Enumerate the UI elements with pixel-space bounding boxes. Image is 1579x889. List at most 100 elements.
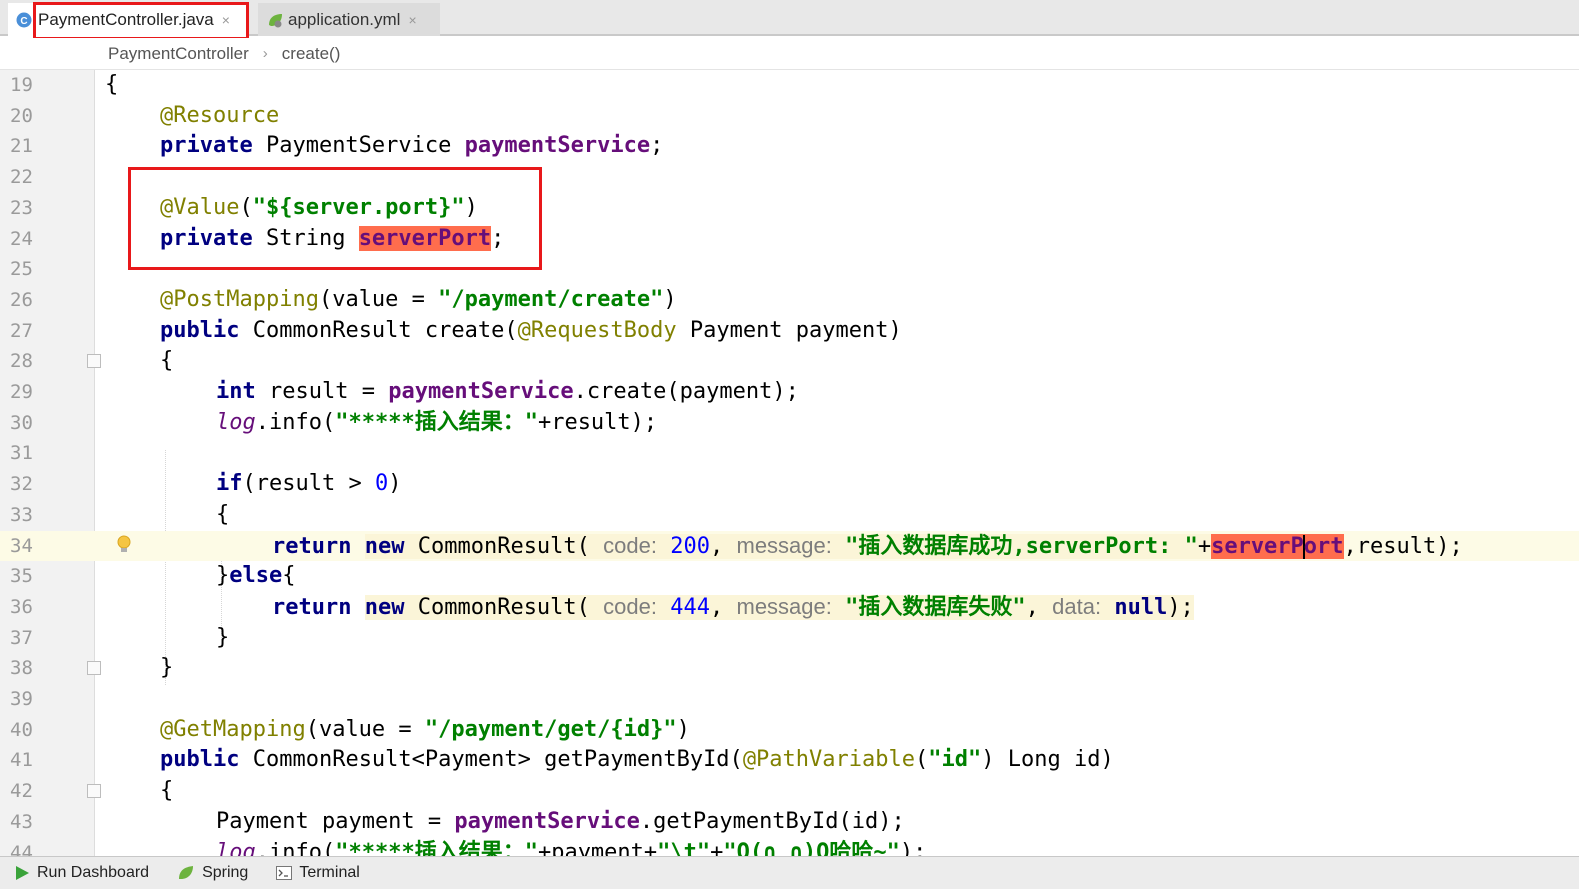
code-text[interactable]: Payment payment = paymentService.getPaym…	[216, 807, 905, 838]
code-line: 19 {	[0, 70, 1579, 101]
line-number: 29	[10, 381, 33, 403]
terminal-button[interactable]: Terminal	[276, 864, 360, 882]
highlighted-identifier: serverPort	[358, 225, 492, 251]
code-line: 44 log.info("*****插入结果："+payment+"\t"+"O…	[0, 838, 1579, 857]
spring-leaf-icon	[177, 865, 195, 881]
code-text[interactable]: public CommonResult<Payment> getPaymentB…	[160, 745, 1114, 776]
code-text[interactable]: {	[160, 776, 173, 807]
code-text[interactable]: }	[216, 623, 229, 654]
breadcrumb-method[interactable]: create()	[282, 44, 341, 64]
line-number: 36	[10, 595, 33, 618]
code-line: 27 public CommonResult create(@RequestBo…	[0, 316, 1579, 347]
breadcrumb-class[interactable]: PaymentController	[108, 44, 249, 64]
close-icon[interactable]: ×	[408, 12, 416, 28]
line-number: 26	[10, 288, 33, 311]
code-line: 43 Payment payment = paymentService.getP…	[0, 807, 1579, 838]
code-text[interactable]: return new CommonResult( code: 200, mess…	[272, 531, 1463, 562]
code-text[interactable]: private String serverPort;	[160, 224, 504, 255]
fold-marker-icon[interactable]	[87, 661, 101, 676]
editor-tab-bar: C PaymentController.java × application.y…	[0, 0, 1579, 36]
code-line: 36 return new CommonResult( code: 444, m…	[0, 592, 1579, 623]
code-text[interactable]: @GetMapping(value = "/payment/get/{id}")	[160, 715, 690, 746]
code-text[interactable]: @PostMapping(value = "/payment/create")	[160, 285, 677, 316]
close-icon[interactable]: ×	[222, 12, 230, 28]
code-text[interactable]: @Resource	[160, 101, 279, 132]
code-editor[interactable]: 19 { 20 @Resource 21 private PaymentServ…	[0, 70, 1579, 856]
line-number: 39	[10, 688, 33, 710]
line-number: 37	[10, 626, 33, 649]
code-line: 21 private PaymentService paymentService…	[0, 131, 1579, 162]
code-line: 42 {	[0, 776, 1579, 807]
run-icon	[14, 865, 30, 881]
spring-label: Spring	[202, 864, 249, 881]
code-text[interactable]: if(result > 0)	[216, 469, 401, 500]
code-line: 41 public CommonResult<Payment> getPayme…	[0, 745, 1579, 776]
code-text[interactable]: {	[216, 500, 229, 531]
line-number: 38	[10, 657, 33, 680]
param-hint: code:	[603, 532, 657, 558]
code-line: 32 if(result > 0)	[0, 469, 1579, 500]
code-line: 24 private String serverPort;	[0, 224, 1579, 255]
code-text[interactable]: }	[160, 653, 173, 684]
fold-marker-icon[interactable]	[87, 354, 101, 369]
code-line-current: 34 return new CommonResult( code: 200, m…	[0, 530, 1579, 562]
code-line: 33 {	[0, 500, 1579, 531]
code-line: 37 }	[0, 623, 1579, 654]
terminal-icon	[276, 866, 293, 880]
code-text[interactable]: log.info("*****插入结果："+result);	[216, 408, 657, 439]
code-text[interactable]: private PaymentService paymentService;	[160, 131, 663, 162]
code-line: 25	[0, 254, 1579, 285]
line-number: 35	[10, 565, 33, 588]
run-dashboard-label: Run Dashboard	[37, 864, 150, 881]
fold-marker-icon[interactable]	[87, 784, 101, 799]
line-number: 42	[10, 780, 33, 803]
param-hint: data:	[1052, 593, 1102, 619]
code-line: 31	[0, 438, 1579, 469]
code-line: 30 log.info("*****插入结果："+result);	[0, 408, 1579, 439]
tab-label: PaymentController.java	[38, 9, 214, 29]
line-number: 20	[10, 104, 33, 127]
line-number: 40	[10, 718, 33, 741]
line-number: 25	[10, 258, 33, 281]
code-line: 29 int result = paymentService.create(pa…	[0, 377, 1579, 408]
code-text[interactable]: return new CommonResult( code: 444, mess…	[272, 592, 1194, 623]
code-text[interactable]: int result = paymentService.create(payme…	[216, 377, 799, 408]
code-line: 28 {	[0, 346, 1579, 377]
code-text[interactable]: @Value("${server.port}")	[160, 193, 478, 224]
line-number: 43	[10, 810, 33, 833]
line-number: 21	[10, 135, 33, 158]
spring-button[interactable]: Spring	[177, 864, 248, 882]
highlighted-identifier: serverPort	[1211, 533, 1344, 559]
line-number: 34	[10, 534, 33, 557]
line-number: 23	[10, 196, 33, 219]
line-number: 19	[10, 74, 33, 96]
tab-label: application.yml	[288, 9, 401, 29]
tab-application-yml[interactable]: application.yml ×	[258, 3, 440, 36]
code-text[interactable]: public CommonResult create(@RequestBody …	[160, 316, 902, 347]
code-line: 26 @PostMapping(value = "/payment/create…	[0, 285, 1579, 316]
breadcrumb: PaymentController › create()	[0, 38, 1579, 70]
svg-text:C: C	[20, 16, 27, 27]
tool-window-bar: Run Dashboard Spring Terminal	[0, 856, 1579, 889]
line-number: 27	[10, 319, 33, 342]
param-hint: message:	[736, 532, 832, 558]
breadcrumb-separator: ›	[262, 45, 268, 62]
line-number: 24	[10, 227, 33, 250]
line-number: 44	[10, 841, 33, 857]
code-line: 35 }else{	[0, 561, 1579, 592]
code-text[interactable]: log.info("*****插入结果："+payment+"\t"+"O(∩_…	[216, 838, 926, 857]
code-text[interactable]: }else{	[216, 561, 295, 592]
code-line: 23 @Value("${server.port}")	[0, 193, 1579, 224]
code-line: 22	[0, 162, 1579, 193]
line-number: 31	[10, 442, 33, 465]
tab-paymentcontroller-java[interactable]: C PaymentController.java ×	[8, 3, 248, 36]
code-line: 20 @Resource	[0, 101, 1579, 132]
spring-leaf-icon	[266, 12, 282, 28]
terminal-label: Terminal	[299, 864, 360, 881]
lightbulb-icon[interactable]	[116, 534, 132, 561]
code-text[interactable]: {	[105, 70, 118, 101]
class-c-icon: C	[16, 12, 32, 28]
code-text[interactable]: {	[160, 346, 173, 377]
line-number: 30	[10, 411, 33, 434]
run-dashboard-button[interactable]: Run Dashboard	[14, 864, 149, 882]
